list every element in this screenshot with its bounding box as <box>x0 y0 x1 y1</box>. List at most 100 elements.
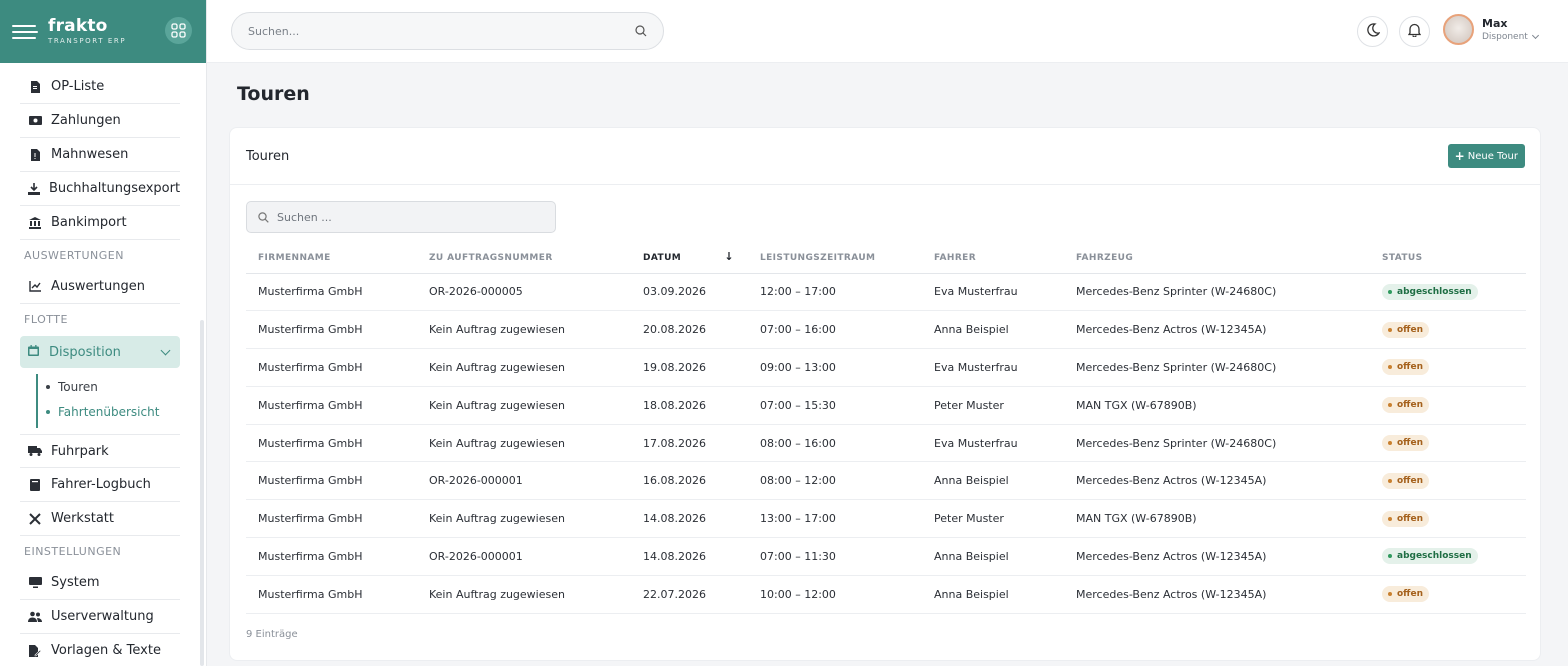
column-header-datum[interactable]: DATUM ↓ <box>631 244 748 274</box>
cell-auftragsnummer: Kein Auftrag zugewiesen <box>417 575 631 614</box>
download-icon <box>28 182 40 196</box>
sidebar-item-label: Werkstatt <box>51 511 114 526</box>
cell-fahrzeug: MAN TGX (W-67890B) <box>1064 386 1370 425</box>
bullet-icon <box>46 384 50 389</box>
sidebar-item-buchhaltungsexport[interactable]: Buchhaltungsexport <box>20 172 180 206</box>
cell-fahrzeug: Mercedes-Benz Actros (W-12345A) <box>1064 461 1370 501</box>
table-header-row: FIRMENNAME ZU AUFTRAGSNUMMER DATUM ↓ LEIS… <box>246 244 1526 274</box>
brand-subtitle: TRANSPORT ERP <box>48 37 127 45</box>
sidebar-item-label: Userverwaltung <box>51 609 154 624</box>
cell-firmenname: Musterfirma GmbH <box>246 310 417 350</box>
avatar <box>1443 14 1474 45</box>
submenu-item-touren[interactable]: Touren <box>46 374 180 399</box>
user-role-label: Disponent <box>1482 32 1528 42</box>
topbar: Max Disponent <box>207 0 1568 63</box>
sidebar-item-werkstatt[interactable]: Werkstatt <box>20 502 180 536</box>
plus-icon: + <box>1454 149 1465 163</box>
cell-leistungszeitraum: 07:00 – 11:30 <box>748 537 922 576</box>
table-row[interactable]: Musterfirma GmbH Kein Auftrag zugewiesen 1… <box>246 424 1526 463</box>
status-badge: abgeschlossen <box>1382 283 1478 300</box>
sidebar-item-label: Fahrer-Logbuch <box>51 477 151 492</box>
search-icon[interactable] <box>635 22 647 41</box>
sidebar-item-zahlungen[interactable]: Zahlungen <box>20 104 180 138</box>
cell-datum: 18.08.2026 <box>631 386 748 425</box>
table-row[interactable]: Musterfirma GmbH OR-2026-000001 16.08.2026… <box>246 461 1526 501</box>
table-row[interactable]: Musterfirma GmbH Kein Auftrag zugewiesen 1… <box>246 348 1526 387</box>
cell-fahrer: Anna Beispiel <box>922 461 1064 501</box>
new-tour-button[interactable]: + Neue Tour <box>1447 144 1525 168</box>
global-search-input[interactable] <box>248 24 635 38</box>
cell-fahrer: Anna Beispiel <box>922 537 1064 576</box>
cell-fahrzeug: MAN TGX (W-67890B) <box>1064 499 1370 539</box>
sidebar-scrollbar[interactable] <box>200 320 204 666</box>
cell-fahrzeug: Mercedes-Benz Sprinter (W-24680C) <box>1064 348 1370 387</box>
sidebar-item-op-liste[interactable]: OP-Liste <box>20 70 180 104</box>
cell-fahrzeug: Mercedes-Benz Actros (W-12345A) <box>1064 537 1370 576</box>
bullet-icon <box>46 409 50 414</box>
status-label: offen <box>1397 400 1423 411</box>
table-row[interactable]: Musterfirma GmbH Kein Auftrag zugewiesen 2… <box>246 575 1526 614</box>
sidebar: frakto TRANSPORT ERP OP-Liste Zahlungen … <box>0 0 207 666</box>
tools-icon <box>28 512 42 526</box>
status-badge: offen <box>1382 321 1429 338</box>
section-heading-einstellungen: EINSTELLUNGEN <box>24 544 122 558</box>
column-header-auftragsnummer[interactable]: ZU AUFTRAGSNUMMER <box>417 244 631 274</box>
menu-toggle-icon[interactable] <box>12 22 38 42</box>
table-row[interactable]: Musterfirma GmbH OR-2026-000005 03.09.2026… <box>246 273 1526 312</box>
submenu-label: Touren <box>58 379 98 394</box>
sidebar-item-auswertungen[interactable]: Auswertungen <box>20 270 180 304</box>
column-header-firmenname[interactable]: FIRMENNAME <box>246 244 417 274</box>
table-row[interactable]: Musterfirma GmbH Kein Auftrag zugewiesen 1… <box>246 499 1526 539</box>
sidebar-item-label: Fuhrpark <box>51 443 109 459</box>
submenu-item-fahrtenuebersicht[interactable]: Fahrtenübersicht <box>46 399 180 424</box>
status-badge: abgeschlossen <box>1382 548 1478 565</box>
cell-fahrzeug: Mercedes-Benz Sprinter (W-24680C) <box>1064 273 1370 312</box>
cell-leistungszeitraum: 08:00 – 12:00 <box>748 461 922 501</box>
status-label: abgeschlossen <box>1397 286 1472 297</box>
table-row[interactable]: Musterfirma GmbH OR-2026-000001 14.08.2026… <box>246 537 1526 576</box>
cell-datum: 22.07.2026 <box>631 575 748 614</box>
column-header-fahrzeug[interactable]: FAHRZEUG <box>1064 244 1370 274</box>
users-icon <box>28 610 42 624</box>
sidebar-item-vorlagen-texte[interactable]: Vorlagen & Texte <box>20 634 180 666</box>
sidebar-item-bankimport[interactable]: Bankimport <box>20 206 180 240</box>
notifications-button[interactable] <box>1399 16 1430 47</box>
sidebar-item-fahrer-logbuch[interactable]: Fahrer-Logbuch <box>20 468 180 502</box>
book-icon <box>28 478 42 492</box>
sidebar-item-disposition[interactable]: Disposition <box>20 336 180 368</box>
cell-fahrzeug: Mercedes-Benz Actros (W-12345A) <box>1064 575 1370 614</box>
logo[interactable]: frakto TRANSPORT ERP <box>48 18 126 45</box>
cell-leistungszeitraum: 09:00 – 13:00 <box>748 348 922 387</box>
sidebar-item-label: Bankimport <box>51 215 127 230</box>
user-menu[interactable]: Max Disponent <box>1443 14 1539 45</box>
table-row[interactable]: Musterfirma GmbH Kein Auftrag zugewiesen 2… <box>246 310 1526 350</box>
cell-auftragsnummer: Kein Auftrag zugewiesen <box>417 499 631 539</box>
cell-fahrer: Eva Musterfrau <box>922 424 1064 463</box>
tours-card: Touren + Neue Tour FIRMENNAME ZU AUFTRAG… <box>229 127 1541 661</box>
status-dot-icon <box>1388 441 1392 446</box>
apps-grid-icon[interactable] <box>165 17 192 44</box>
sidebar-item-system[interactable]: System <box>20 566 180 600</box>
table-row[interactable]: Musterfirma GmbH Kein Auftrag zugewiesen 1… <box>246 386 1526 425</box>
sidebar-item-mahnwesen[interactable]: Mahnwesen <box>20 138 180 172</box>
table-search-input[interactable] <box>277 210 544 224</box>
sidebar-item-label: Auswertungen <box>51 279 145 294</box>
column-header-fahrer[interactable]: FAHRER <box>922 244 1064 274</box>
status-badge: offen <box>1382 510 1429 527</box>
entry-count: 9 Einträge <box>246 629 298 640</box>
status-badge: offen <box>1382 472 1429 489</box>
dark-mode-toggle[interactable] <box>1357 16 1388 47</box>
sidebar-item-label: Zahlungen <box>51 113 121 128</box>
sidebar-item-userverwaltung[interactable]: Userverwaltung <box>20 600 180 634</box>
sidebar-item-fuhrpark[interactable]: Fuhrpark <box>20 434 180 468</box>
cell-leistungszeitraum: 13:00 – 17:00 <box>748 499 922 539</box>
status-cell: offen <box>1370 424 1526 463</box>
cell-leistungszeitraum: 10:00 – 12:00 <box>748 575 922 614</box>
cell-datum: 20.08.2026 <box>631 310 748 350</box>
column-header-status[interactable]: STATUS <box>1370 244 1526 274</box>
sidebar-item-label: OP-Liste <box>51 79 105 94</box>
column-header-leistungszeitraum[interactable]: LEISTUNGSZEITRAUM <box>748 244 922 274</box>
status-dot-icon <box>1388 327 1392 332</box>
status-dot-icon <box>1388 403 1392 408</box>
status-label: offen <box>1397 475 1423 486</box>
